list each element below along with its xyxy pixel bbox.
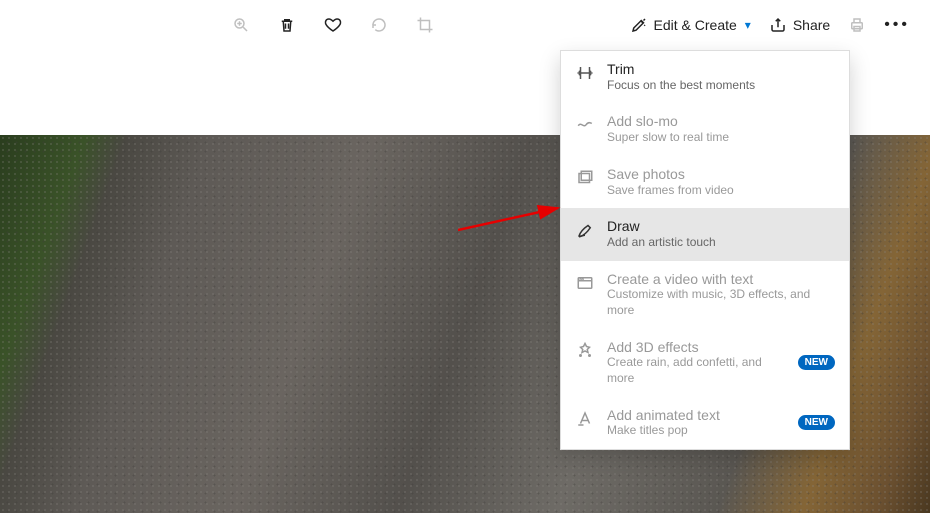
menu-text: Trim Focus on the best moments xyxy=(607,61,835,93)
new-badge: NEW xyxy=(798,415,835,430)
menu-text: Add 3D effects Create rain, add confetti… xyxy=(607,339,780,387)
share-button[interactable]: Share xyxy=(769,16,830,34)
menu-title: Add slo-mo xyxy=(607,113,835,130)
menu-subtitle: Super slow to real time xyxy=(607,130,835,146)
heart-icon xyxy=(324,16,342,34)
share-label: Share xyxy=(793,17,830,33)
menu-title: Trim xyxy=(607,61,835,78)
favorite-button[interactable] xyxy=(324,16,342,34)
print-button[interactable] xyxy=(848,16,866,34)
edit-create-icon xyxy=(630,16,648,34)
menu-subtitle: Make titles pop xyxy=(607,423,780,439)
slomo-icon xyxy=(575,116,595,134)
more-icon: ••• xyxy=(884,16,910,34)
toolbar: Edit & Create ▾ Share ••• xyxy=(0,0,930,50)
menu-item-3d-effects[interactable]: Add 3D effects Create rain, add confetti… xyxy=(561,329,849,397)
animated-text-icon xyxy=(575,410,595,428)
video-text-icon xyxy=(575,274,595,292)
menu-subtitle: Customize with music, 3D effects, and mo… xyxy=(607,287,835,318)
trash-icon xyxy=(278,16,296,34)
menu-text: Save photos Save frames from video xyxy=(607,166,835,198)
zoom-button[interactable] xyxy=(232,16,250,34)
menu-title: Draw xyxy=(607,218,835,235)
toolbar-left xyxy=(232,16,434,34)
print-icon xyxy=(848,16,866,34)
share-icon xyxy=(769,16,787,34)
menu-item-video-text[interactable]: Create a video with text Customize with … xyxy=(561,261,849,329)
more-button[interactable]: ••• xyxy=(884,16,910,34)
menu-text: Draw Add an artistic touch xyxy=(607,218,835,250)
edit-create-menu: Trim Focus on the best moments Add slo-m… xyxy=(560,50,850,450)
effects-3d-icon xyxy=(575,342,595,360)
menu-item-draw[interactable]: Draw Add an artistic touch xyxy=(561,208,849,260)
menu-item-animated-text[interactable]: Add animated text Make titles pop NEW xyxy=(561,397,849,449)
menu-subtitle: Focus on the best moments xyxy=(607,78,835,94)
menu-text: Add slo-mo Super slow to real time xyxy=(607,113,835,145)
menu-text: Add animated text Make titles pop xyxy=(607,407,780,439)
menu-item-trim[interactable]: Trim Focus on the best moments xyxy=(561,51,849,103)
edit-create-button[interactable]: Edit & Create ▾ xyxy=(630,16,751,34)
menu-subtitle: Create rain, add confetti, and more xyxy=(607,355,780,386)
chevron-down-icon: ▾ xyxy=(745,18,751,32)
new-badge: NEW xyxy=(798,355,835,370)
menu-title: Add animated text xyxy=(607,407,780,424)
crop-icon xyxy=(416,16,434,34)
rotate-button[interactable] xyxy=(370,16,388,34)
menu-subtitle: Save frames from video xyxy=(607,183,835,199)
save-photos-icon xyxy=(575,169,595,187)
trim-icon xyxy=(575,64,595,82)
menu-title: Create a video with text xyxy=(607,271,835,288)
delete-button[interactable] xyxy=(278,16,296,34)
zoom-icon xyxy=(232,16,250,34)
toolbar-right: Edit & Create ▾ Share ••• xyxy=(630,16,910,34)
menu-subtitle: Add an artistic touch xyxy=(607,235,835,251)
menu-title: Add 3D effects xyxy=(607,339,780,356)
menu-item-save-photos[interactable]: Save photos Save frames from video xyxy=(561,156,849,208)
rotate-icon xyxy=(370,16,388,34)
menu-title: Save photos xyxy=(607,166,835,183)
menu-text: Create a video with text Customize with … xyxy=(607,271,835,319)
edit-create-label: Edit & Create xyxy=(654,17,737,33)
menu-item-slomo[interactable]: Add slo-mo Super slow to real time xyxy=(561,103,849,155)
draw-icon xyxy=(575,221,595,239)
crop-button[interactable] xyxy=(416,16,434,34)
